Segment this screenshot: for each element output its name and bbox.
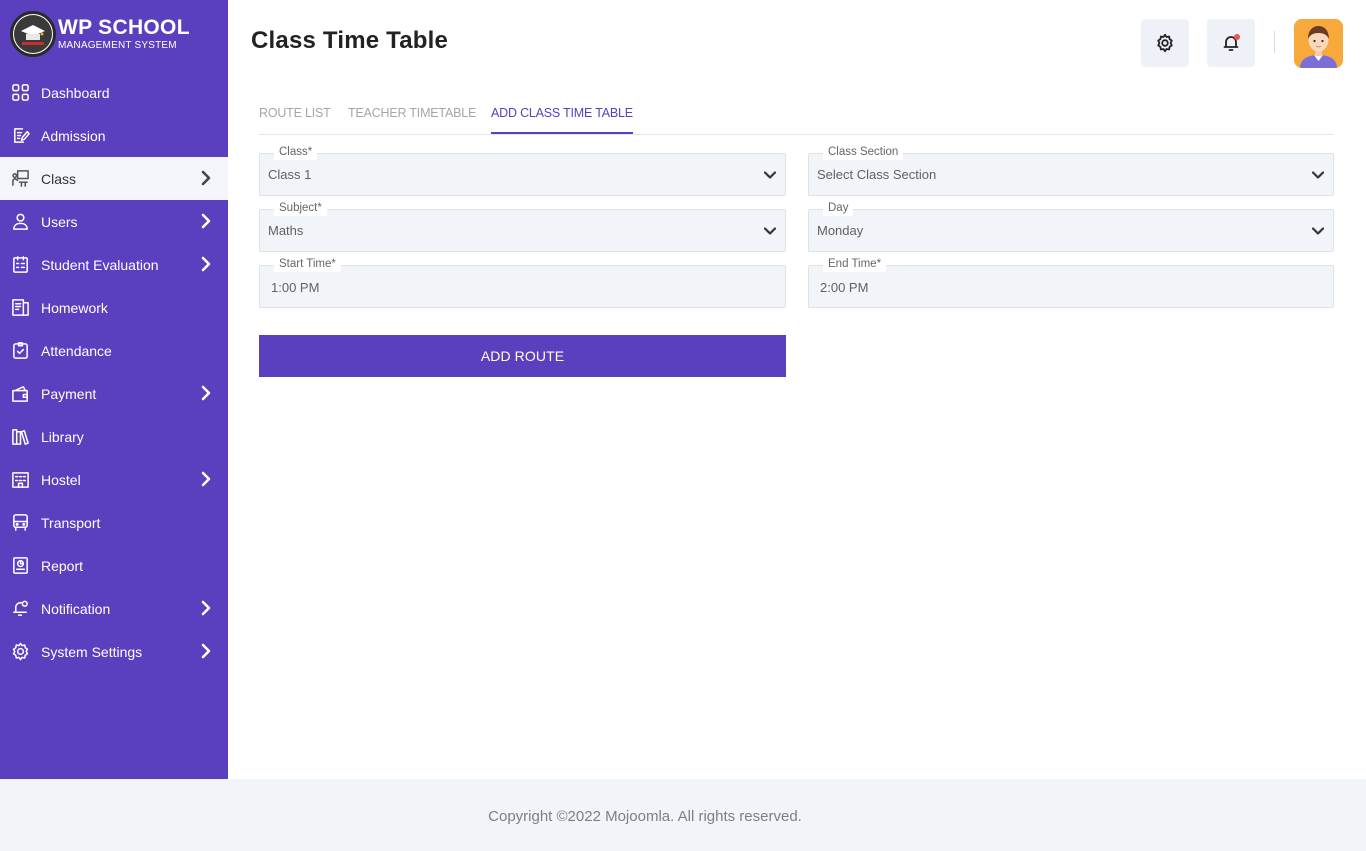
sidebar-item-label: System Settings xyxy=(41,643,143,660)
sidebar-item-label: Hostel xyxy=(41,471,81,488)
sidebar-item-label: Homework xyxy=(41,299,108,316)
sidebar-item-label: Transport xyxy=(41,514,101,531)
sidebar-item-system-settings[interactable]: System Settings xyxy=(0,630,228,673)
class-value: Class 1 xyxy=(268,167,312,182)
class-section-label: Class Section xyxy=(823,145,904,160)
sidebar-item-library[interactable]: Library xyxy=(0,415,228,458)
sidebar-item-label: Library xyxy=(41,428,84,445)
wallet-icon xyxy=(10,384,30,404)
sidebar-item-label: Student Evaluation xyxy=(41,256,159,273)
sidebar-item-attendance[interactable]: Attendance xyxy=(0,329,228,372)
edit-document-icon xyxy=(10,126,30,146)
day-label: Day xyxy=(823,201,854,216)
grid-icon xyxy=(10,83,30,103)
sidebar: WP SCHOOL MANAGEMENT SYSTEM Dashboard Ad… xyxy=(0,0,228,779)
start-time-value: 1:00 PM xyxy=(271,280,320,295)
brand-title: WP SCHOOL xyxy=(58,16,190,39)
tab-route-list[interactable]: ROUTE LIST xyxy=(259,106,331,134)
books-icon xyxy=(10,298,30,318)
school-logo-icon xyxy=(10,11,56,57)
subject-select[interactable]: Subject* Maths xyxy=(259,201,786,252)
gear-icon xyxy=(10,642,30,662)
classroom-icon xyxy=(10,169,30,189)
day-select[interactable]: Day Monday xyxy=(808,201,1334,252)
chevron-down-icon xyxy=(1311,224,1325,238)
clipboard-check-icon xyxy=(10,341,30,361)
sidebar-item-label: Notification xyxy=(41,600,111,617)
chevron-right-icon xyxy=(199,170,213,186)
bus-icon xyxy=(10,513,30,533)
sidebar-item-report[interactable]: Report xyxy=(0,544,228,587)
tab-teacher-timetable[interactable]: TEACHER TIMETABLE xyxy=(348,106,476,134)
class-section-select[interactable]: Class Section Select Class Section xyxy=(808,145,1334,196)
notifications-button[interactable] xyxy=(1207,19,1255,67)
report-icon xyxy=(10,556,30,576)
notification-dot xyxy=(1234,34,1240,40)
sidebar-item-label: Class xyxy=(41,170,77,187)
footer: Copyright ©2022 Mojoomla. All rights res… xyxy=(0,779,1366,851)
start-time-field[interactable]: Start Time* 1:00 PM xyxy=(259,257,786,308)
sidebar-item-admission[interactable]: Admission xyxy=(0,114,228,157)
class-section-value: Select Class Section xyxy=(817,167,937,182)
end-time-value: 2:00 PM xyxy=(820,280,869,295)
end-time-field[interactable]: End Time* 2:00 PM xyxy=(808,257,1334,308)
checklist-icon xyxy=(10,255,30,275)
sidebar-item-student-evaluation[interactable]: Student Evaluation xyxy=(0,243,228,286)
chevron-right-icon xyxy=(199,385,213,401)
sidebar-item-dashboard[interactable]: Dashboard xyxy=(0,71,228,114)
chevron-right-icon xyxy=(199,600,213,616)
end-time-label: End Time* xyxy=(823,257,887,272)
bell-icon xyxy=(10,599,30,619)
sidebar-item-class[interactable]: Class xyxy=(0,157,228,200)
add-route-button[interactable]: ADD ROUTE xyxy=(259,335,786,377)
class-label: Class* xyxy=(274,145,318,160)
tab-add-class-time-table[interactable]: ADD CLASS TIME TABLE xyxy=(491,106,633,134)
sidebar-item-transport[interactable]: Transport xyxy=(0,501,228,544)
page-title: Class Time Table xyxy=(251,27,449,54)
library-icon xyxy=(10,427,30,447)
chevron-down-icon xyxy=(763,168,777,182)
user-icon xyxy=(10,212,30,232)
brand-logo[interactable]: WP SCHOOL MANAGEMENT SYSTEM xyxy=(10,11,190,57)
sidebar-item-hostel[interactable]: Hostel xyxy=(0,458,228,501)
chevron-right-icon xyxy=(199,213,213,229)
chevron-right-icon xyxy=(199,643,213,659)
chevron-right-icon xyxy=(199,471,213,487)
sidebar-nav: Dashboard Admission Class Users Student … xyxy=(0,71,228,673)
user-avatar-icon[interactable] xyxy=(1294,19,1343,68)
sidebar-item-payment[interactable]: Payment xyxy=(0,372,228,415)
brand-subtitle: MANAGEMENT SYSTEM xyxy=(58,40,177,51)
start-time-label: Start Time* xyxy=(274,257,341,272)
building-icon xyxy=(10,470,30,490)
settings-button[interactable] xyxy=(1141,19,1189,67)
gear-icon xyxy=(1155,33,1175,53)
day-value: Monday xyxy=(817,223,864,238)
sidebar-item-label: Report xyxy=(41,557,84,574)
copyright-text: Copyright ©2022 Mojoomla. All rights res… xyxy=(488,808,802,825)
sidebar-item-label: Users xyxy=(41,213,78,230)
sidebar-item-notification[interactable]: Notification xyxy=(0,587,228,630)
chevron-right-icon xyxy=(199,256,213,272)
subject-label: Subject* xyxy=(274,201,327,216)
sidebar-item-label: Admission xyxy=(41,127,106,144)
tab-bar: ROUTE LIST TEACHER TIMETABLE ADD CLASS T… xyxy=(259,103,1334,135)
sidebar-item-label: Dashboard xyxy=(41,84,110,101)
header-divider xyxy=(1274,31,1275,53)
sidebar-item-label: Attendance xyxy=(41,342,112,359)
sidebar-item-label: Payment xyxy=(41,385,97,402)
class-select[interactable]: Class* Class 1 xyxy=(259,145,786,196)
chevron-down-icon xyxy=(1311,168,1325,182)
sidebar-item-homework[interactable]: Homework xyxy=(0,286,228,329)
subject-value: Maths xyxy=(268,223,304,238)
chevron-down-icon xyxy=(763,224,777,238)
sidebar-item-users[interactable]: Users xyxy=(0,200,228,243)
